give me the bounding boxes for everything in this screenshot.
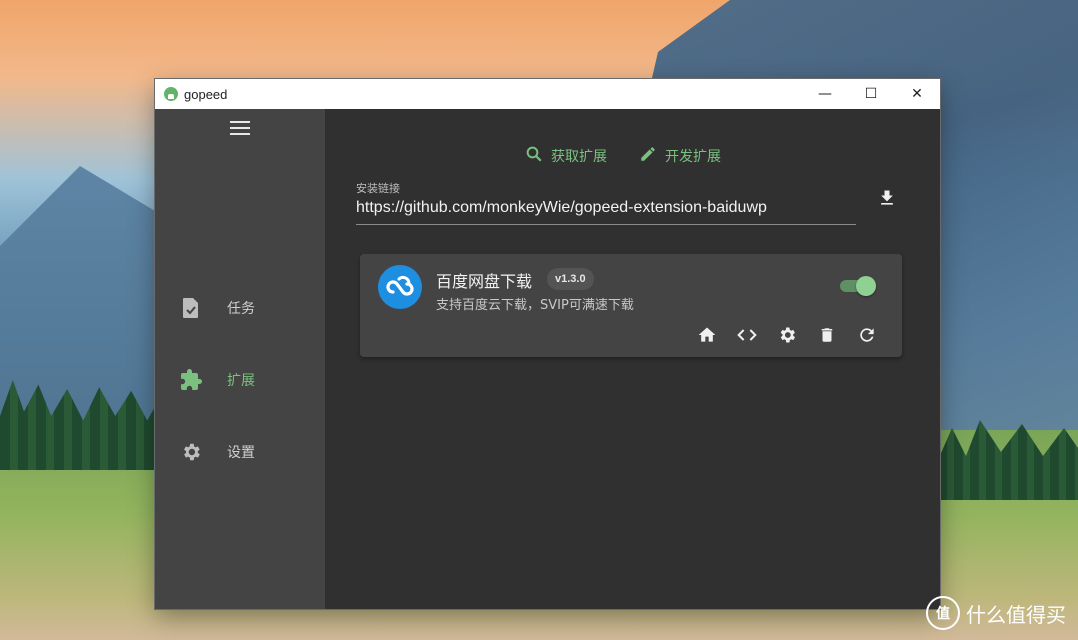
window-controls: — ☐ ✕ (802, 79, 940, 109)
sidebar-item-tasks[interactable]: 任务 (155, 288, 325, 328)
sidebar-item-label: 扩展 (227, 373, 255, 389)
code-icon (736, 325, 758, 349)
extension-description: 支持百度云下载，SVIP可满速下载 (436, 298, 634, 313)
watermark: 值 什么值得买 (926, 596, 1066, 630)
sidebar: 任务 扩展 设置 (155, 109, 325, 609)
extension-toolbar: 获取扩展 开发扩展 (525, 145, 721, 167)
toggle-thumb (856, 276, 876, 296)
search-icon (525, 145, 543, 167)
watermark-logo-icon: 值 (926, 596, 960, 630)
app-client: 任务 扩展 设置 获取扩展 开发扩展 安装链接 https://github.c… (155, 109, 940, 609)
refresh-extension-button[interactable] (856, 326, 878, 348)
settings-icon (179, 440, 203, 464)
sidebar-item-extensions[interactable]: 扩展 (155, 360, 325, 400)
extension-enable-toggle[interactable] (840, 276, 876, 296)
extension-title: 百度网盘下载 (436, 272, 533, 291)
minimize-button[interactable]: — (802, 79, 848, 109)
window-title: gopeed (184, 86, 228, 102)
sidebar-item-settings[interactable]: 设置 (155, 432, 325, 472)
install-link-label: 安装链接 (356, 182, 400, 195)
get-extension-label: 获取扩展 (551, 149, 607, 165)
task-icon (179, 296, 203, 320)
main-panel: 获取扩展 开发扩展 安装链接 https://github.com/monkey… (325, 109, 940, 609)
dev-extension-label: 开发扩展 (665, 149, 721, 165)
title-bar[interactable]: gopeed — ☐ ✕ (155, 79, 940, 109)
baidu-netdisk-logo-icon (378, 265, 422, 309)
close-button[interactable]: ✕ (894, 79, 940, 109)
delete-extension-button[interactable] (816, 326, 838, 348)
extension-settings-button[interactable] (776, 326, 798, 348)
get-extension-button[interactable]: 获取扩展 (525, 145, 607, 167)
pencil-icon (639, 145, 657, 167)
gopeed-logo-icon (164, 87, 178, 101)
watermark-text: 什么值得买 (966, 602, 1066, 627)
home-icon (697, 325, 717, 349)
sidebar-item-label: 设置 (227, 445, 255, 461)
source-code-button[interactable] (736, 326, 758, 348)
install-link-input[interactable]: https://github.com/monkeyWie/gopeed-exte… (356, 196, 856, 225)
extension-version-badge: v1.3.0 (547, 268, 594, 290)
hamburger-menu-icon[interactable] (230, 121, 250, 137)
refresh-icon (857, 325, 877, 349)
sidebar-item-label: 任务 (227, 301, 255, 317)
app-window: gopeed — ☐ ✕ 任务 扩展 设置 获取扩展 开发扩展 安装链接 htt… (155, 79, 940, 609)
homepage-button[interactable] (696, 326, 718, 348)
extension-actions (696, 326, 878, 348)
download-install-button[interactable] (877, 188, 897, 208)
trash-icon (818, 325, 836, 349)
extension-icon (179, 368, 203, 392)
extension-card: 百度网盘下载 v1.3.0 支持百度云下载，SVIP可满速下载 (360, 254, 902, 357)
maximize-button[interactable]: ☐ (848, 79, 894, 109)
download-icon (877, 190, 897, 212)
dev-extension-button[interactable]: 开发扩展 (639, 145, 721, 167)
gear-icon (777, 325, 797, 349)
